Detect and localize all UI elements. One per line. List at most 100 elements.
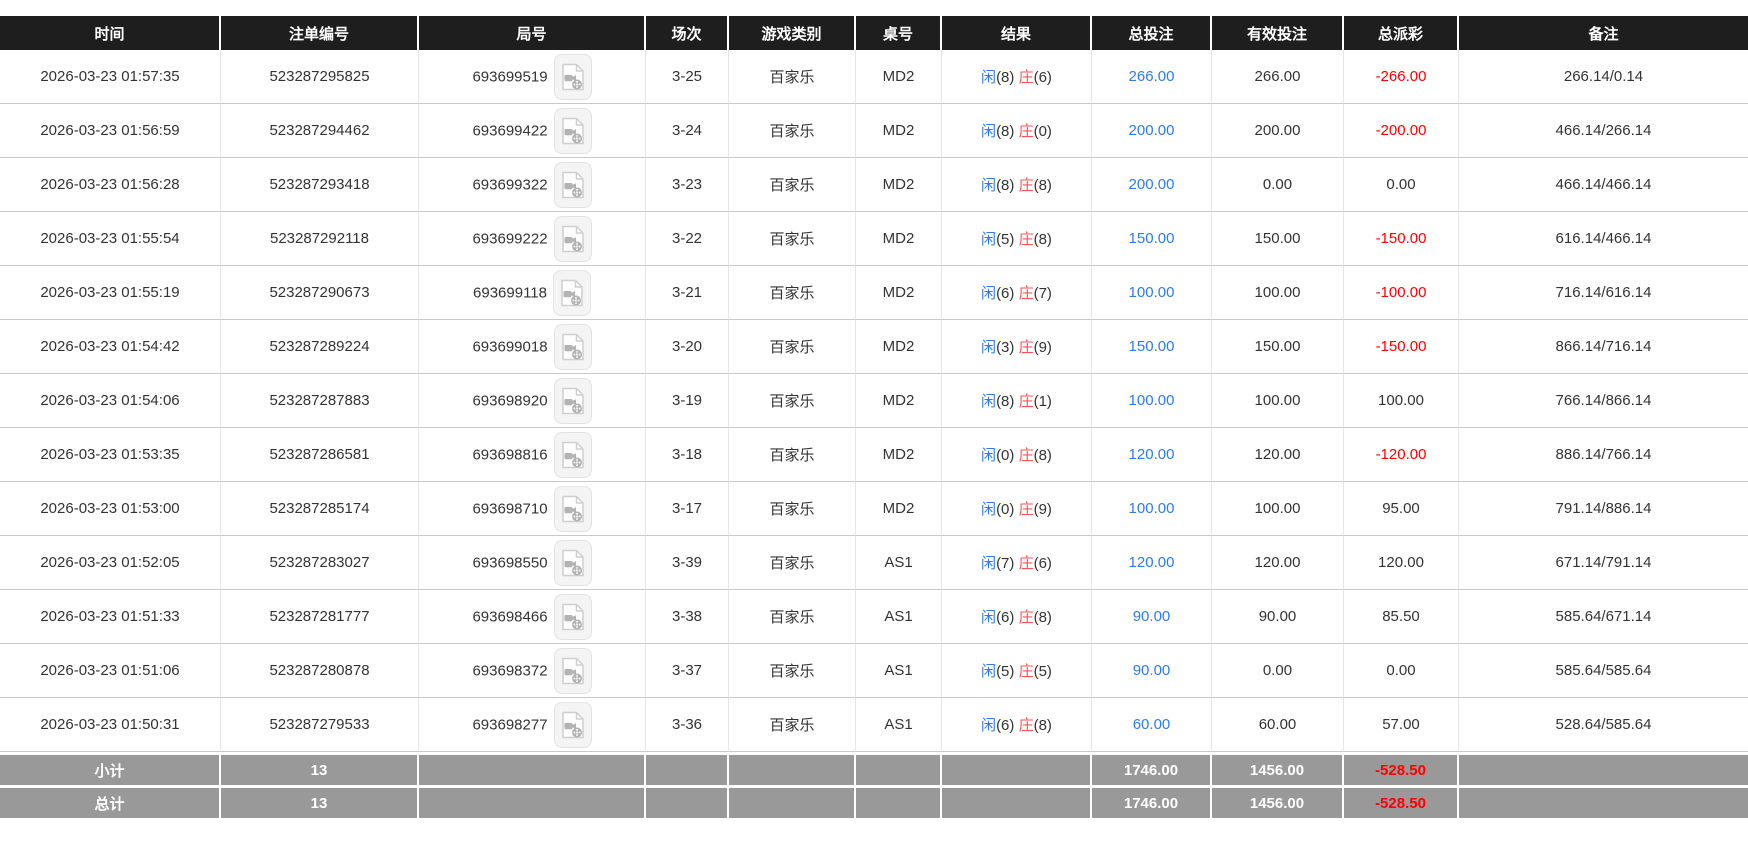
table-number: AS1: [856, 536, 942, 590]
player-score: (8): [996, 177, 1015, 194]
total-bet-link[interactable]: 120.00: [1129, 554, 1175, 571]
banker-score: (8): [1033, 177, 1052, 194]
video-replay-button[interactable]: [553, 431, 592, 478]
bet-time: 2026-03-23 01:51:33: [0, 590, 221, 644]
video-replay-button[interactable]: [552, 269, 591, 316]
bet-time: 2026-03-23 01:53:00: [0, 482, 221, 536]
video-replay-icon: [561, 441, 584, 468]
bet-time: 2026-03-23 01:52:05: [0, 536, 221, 590]
total-bet-link[interactable]: 120.00: [1129, 446, 1175, 463]
banker-result-label: 庄: [1018, 501, 1034, 518]
valid-bet: 0.00: [1212, 644, 1344, 698]
table-row: 2026-03-23 01:54:06 523287287883 6936989…: [0, 374, 1748, 428]
video-replay-button[interactable]: [553, 539, 592, 586]
video-replay-button[interactable]: [553, 53, 592, 100]
video-replay-icon: [561, 603, 584, 630]
video-replay-button[interactable]: [553, 593, 592, 640]
total-bet-cell: 100.00: [1092, 482, 1212, 536]
video-replay-button[interactable]: [553, 215, 592, 262]
video-replay-button[interactable]: [553, 377, 592, 424]
video-replay-button[interactable]: [553, 161, 592, 208]
banker-score: (9): [1033, 501, 1052, 518]
game-type: 百家乐: [729, 158, 856, 212]
empty-cell: [646, 785, 729, 818]
banker-score: (5): [1033, 663, 1052, 680]
payout: 0.00: [1344, 158, 1459, 212]
session: 3-39: [646, 536, 729, 590]
total-bet-link[interactable]: 100.00: [1129, 392, 1175, 409]
round-number: 693698372: [472, 662, 548, 679]
round-number: 693698550: [472, 554, 548, 571]
video-replay-button[interactable]: [553, 701, 592, 748]
payout: 57.00: [1344, 698, 1459, 752]
empty-cell: [856, 752, 942, 785]
total-bet-cell: 150.00: [1092, 320, 1212, 374]
column-header-total-bet: 总投注: [1092, 16, 1212, 50]
total-bet-link[interactable]: 90.00: [1133, 662, 1171, 679]
empty-cell: [646, 752, 729, 785]
player-score: (5): [996, 231, 1015, 248]
total-bet-link[interactable]: 266.00: [1129, 68, 1175, 85]
video-replay-button[interactable]: [553, 107, 592, 154]
banker-score: (8): [1033, 609, 1052, 626]
result-cell: 闲(8) 庄(0): [942, 104, 1092, 158]
column-header-session: 场次: [646, 16, 729, 50]
payout: -150.00: [1344, 212, 1459, 266]
table-footer: 小计 13 1746.00 1456.00 -528.50 总计 13 1746…: [0, 752, 1748, 818]
grand-total-row: 总计 13 1746.00 1456.00 -528.50: [0, 785, 1748, 818]
total-bet-link[interactable]: 60.00: [1133, 716, 1171, 733]
bet-time: 2026-03-23 01:53:35: [0, 428, 221, 482]
bet-id: 523287289224: [221, 320, 419, 374]
column-header-time: 时间: [0, 16, 221, 50]
table-number: MD2: [856, 104, 942, 158]
column-header-valid-bet: 有效投注: [1212, 16, 1344, 50]
player-result-label: 闲: [981, 663, 997, 680]
table-number: MD2: [856, 320, 942, 374]
total-bet-link[interactable]: 100.00: [1129, 500, 1175, 517]
video-replay-icon: [561, 549, 584, 576]
player-score: (6): [996, 285, 1015, 302]
round-number: 693699422: [472, 122, 548, 139]
total-bet-cell: 90.00: [1092, 590, 1212, 644]
bet-time: 2026-03-23 01:51:06: [0, 644, 221, 698]
remark: 616.14/466.14: [1459, 212, 1748, 266]
round-number: 693698710: [472, 500, 548, 517]
table-row: 2026-03-23 01:55:54 523287292118 6936992…: [0, 212, 1748, 266]
round-cell: 693698710: [419, 482, 646, 536]
total-bet-cell: 200.00: [1092, 104, 1212, 158]
table-row: 2026-03-23 01:51:06 523287280878 6936983…: [0, 644, 1748, 698]
bet-id: 523287287883: [221, 374, 419, 428]
total-bet-link[interactable]: 90.00: [1133, 608, 1171, 625]
total-bet-link[interactable]: 200.00: [1129, 122, 1175, 139]
session: 3-19: [646, 374, 729, 428]
video-replay-button[interactable]: [553, 323, 592, 370]
game-type: 百家乐: [729, 50, 856, 104]
bet-id: 523287295825: [221, 50, 419, 104]
total-bet-link[interactable]: 150.00: [1129, 230, 1175, 247]
total-bet-cell: 60.00: [1092, 698, 1212, 752]
game-type: 百家乐: [729, 320, 856, 374]
table-row: 2026-03-23 01:53:00 523287285174 6936987…: [0, 482, 1748, 536]
total-bet-link[interactable]: 100.00: [1129, 284, 1175, 301]
total-bet-link[interactable]: 200.00: [1129, 176, 1175, 193]
empty-cell: [856, 785, 942, 818]
video-replay-icon: [561, 387, 584, 414]
table-number: MD2: [856, 212, 942, 266]
banker-result-label: 庄: [1018, 555, 1034, 572]
player-result-label: 闲: [981, 177, 997, 194]
video-replay-button[interactable]: [553, 647, 592, 694]
round-cell: 693698372: [419, 644, 646, 698]
round-number: 693699519: [472, 68, 548, 85]
empty-cell: [729, 785, 856, 818]
player-score: (3): [996, 339, 1015, 356]
valid-bet: 120.00: [1212, 536, 1344, 590]
session: 3-25: [646, 50, 729, 104]
banker-score: (7): [1033, 285, 1052, 302]
valid-bet: 150.00: [1212, 320, 1344, 374]
bet-history-page: 时间 注单编号 局号 场次 游戏类别 桌号 结果 总投注 有效投注 总派彩 备注…: [0, 0, 1748, 818]
result-cell: 闲(8) 庄(1): [942, 374, 1092, 428]
total-bet-link[interactable]: 150.00: [1129, 338, 1175, 355]
player-result-label: 闲: [981, 501, 997, 518]
bet-time: 2026-03-23 01:54:42: [0, 320, 221, 374]
video-replay-button[interactable]: [553, 485, 592, 532]
